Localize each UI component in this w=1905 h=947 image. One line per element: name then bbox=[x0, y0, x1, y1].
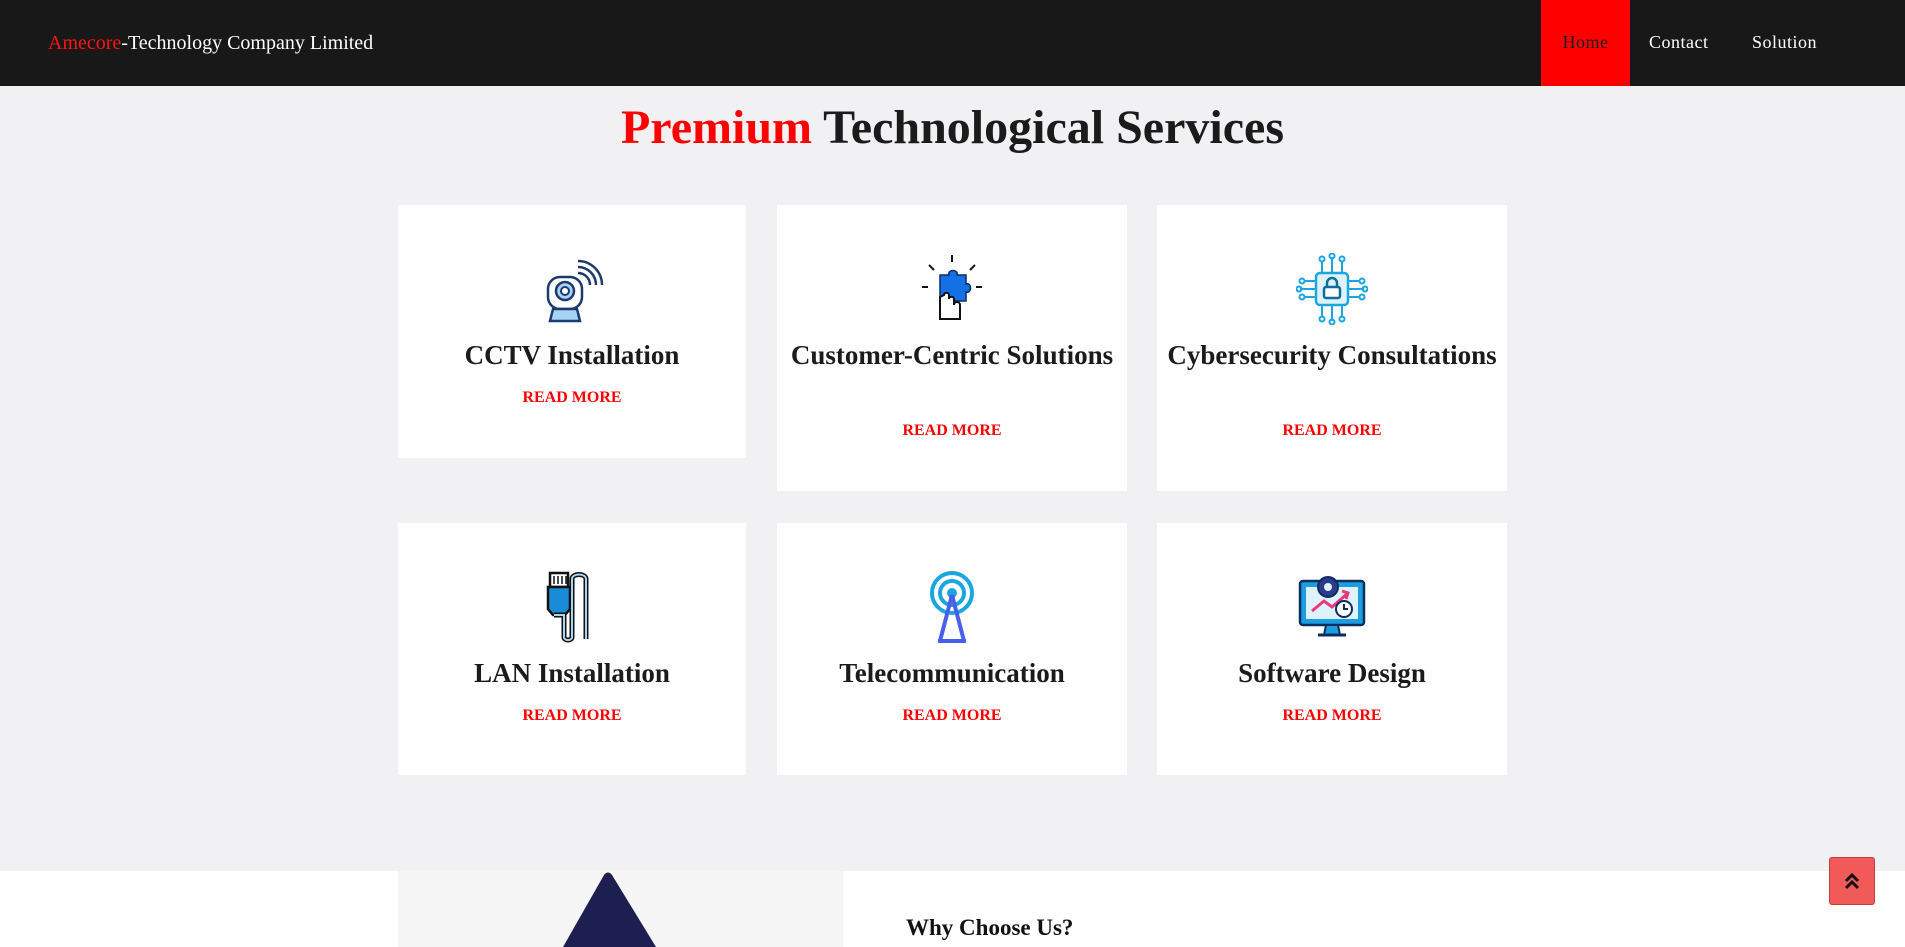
read-more-link[interactable]: READ MORE bbox=[398, 706, 746, 726]
read-more-link[interactable]: READ MORE bbox=[398, 388, 746, 408]
double-chevron-up-icon bbox=[1844, 872, 1860, 890]
service-card-lan: LAN Installation READ MORE bbox=[398, 523, 746, 775]
section-title: Premium Technological Services bbox=[0, 99, 1905, 157]
service-card-telecommunication: Telecommunication READ MORE bbox=[777, 523, 1127, 775]
triangle-graphic bbox=[563, 872, 656, 947]
back-to-top-button[interactable] bbox=[1829, 857, 1875, 905]
monitor-gear-icon bbox=[1298, 576, 1366, 637]
read-more-link[interactable]: READ MORE bbox=[777, 421, 1127, 441]
why-choose-heading: Why Choose Us? bbox=[906, 915, 1074, 940]
service-card-cctv: CCTV Installation READ MORE bbox=[398, 205, 746, 458]
read-more-link[interactable]: READ MORE bbox=[1157, 421, 1507, 441]
brand-rest: -Technology Company Limited bbox=[121, 32, 374, 54]
service-title: Telecommunication bbox=[839, 658, 1065, 688]
why-choose-section: Why Choose Us? bbox=[0, 871, 1905, 947]
decorative-image bbox=[398, 871, 843, 947]
antenna-tower-icon bbox=[930, 571, 974, 643]
title-accent: Premium bbox=[620, 101, 813, 154]
read-more-link[interactable]: READ MORE bbox=[1157, 706, 1507, 726]
title-rest: Technological Services bbox=[812, 101, 1285, 154]
service-title: Cybersecurity Consultations bbox=[1167, 340, 1497, 370]
nav-contact-link[interactable]: Contact bbox=[1649, 0, 1749, 86]
service-title: LAN Installation bbox=[474, 658, 670, 688]
read-more-link[interactable]: READ MORE bbox=[777, 706, 1127, 726]
service-card-software-design: Software Design READ MORE bbox=[1157, 523, 1507, 775]
puzzle-hand-icon bbox=[922, 255, 982, 320]
nav-solution-link[interactable]: Solution bbox=[1752, 0, 1852, 86]
service-card-customer-centric: Customer-Centric Solutions READ MORE bbox=[777, 205, 1127, 491]
service-title: CCTV Installation bbox=[464, 340, 680, 370]
service-title: Customer-Centric Solutions bbox=[790, 340, 1114, 370]
nav-home-link[interactable]: Home bbox=[1541, 0, 1630, 86]
service-title: Software Design bbox=[1238, 658, 1426, 688]
cctv-camera-icon bbox=[546, 259, 604, 323]
circuit-lock-icon bbox=[1296, 253, 1368, 325]
navbar: Amecore-Technology Company Limited Home … bbox=[0, 0, 1905, 86]
brand-logo[interactable]: Amecore-Technology Company Limited bbox=[48, 31, 373, 55]
brand-accent: Amecore bbox=[48, 32, 122, 54]
service-card-cybersecurity: Cybersecurity Consultations READ MORE bbox=[1157, 205, 1507, 491]
ethernet-cable-icon bbox=[546, 571, 589, 643]
